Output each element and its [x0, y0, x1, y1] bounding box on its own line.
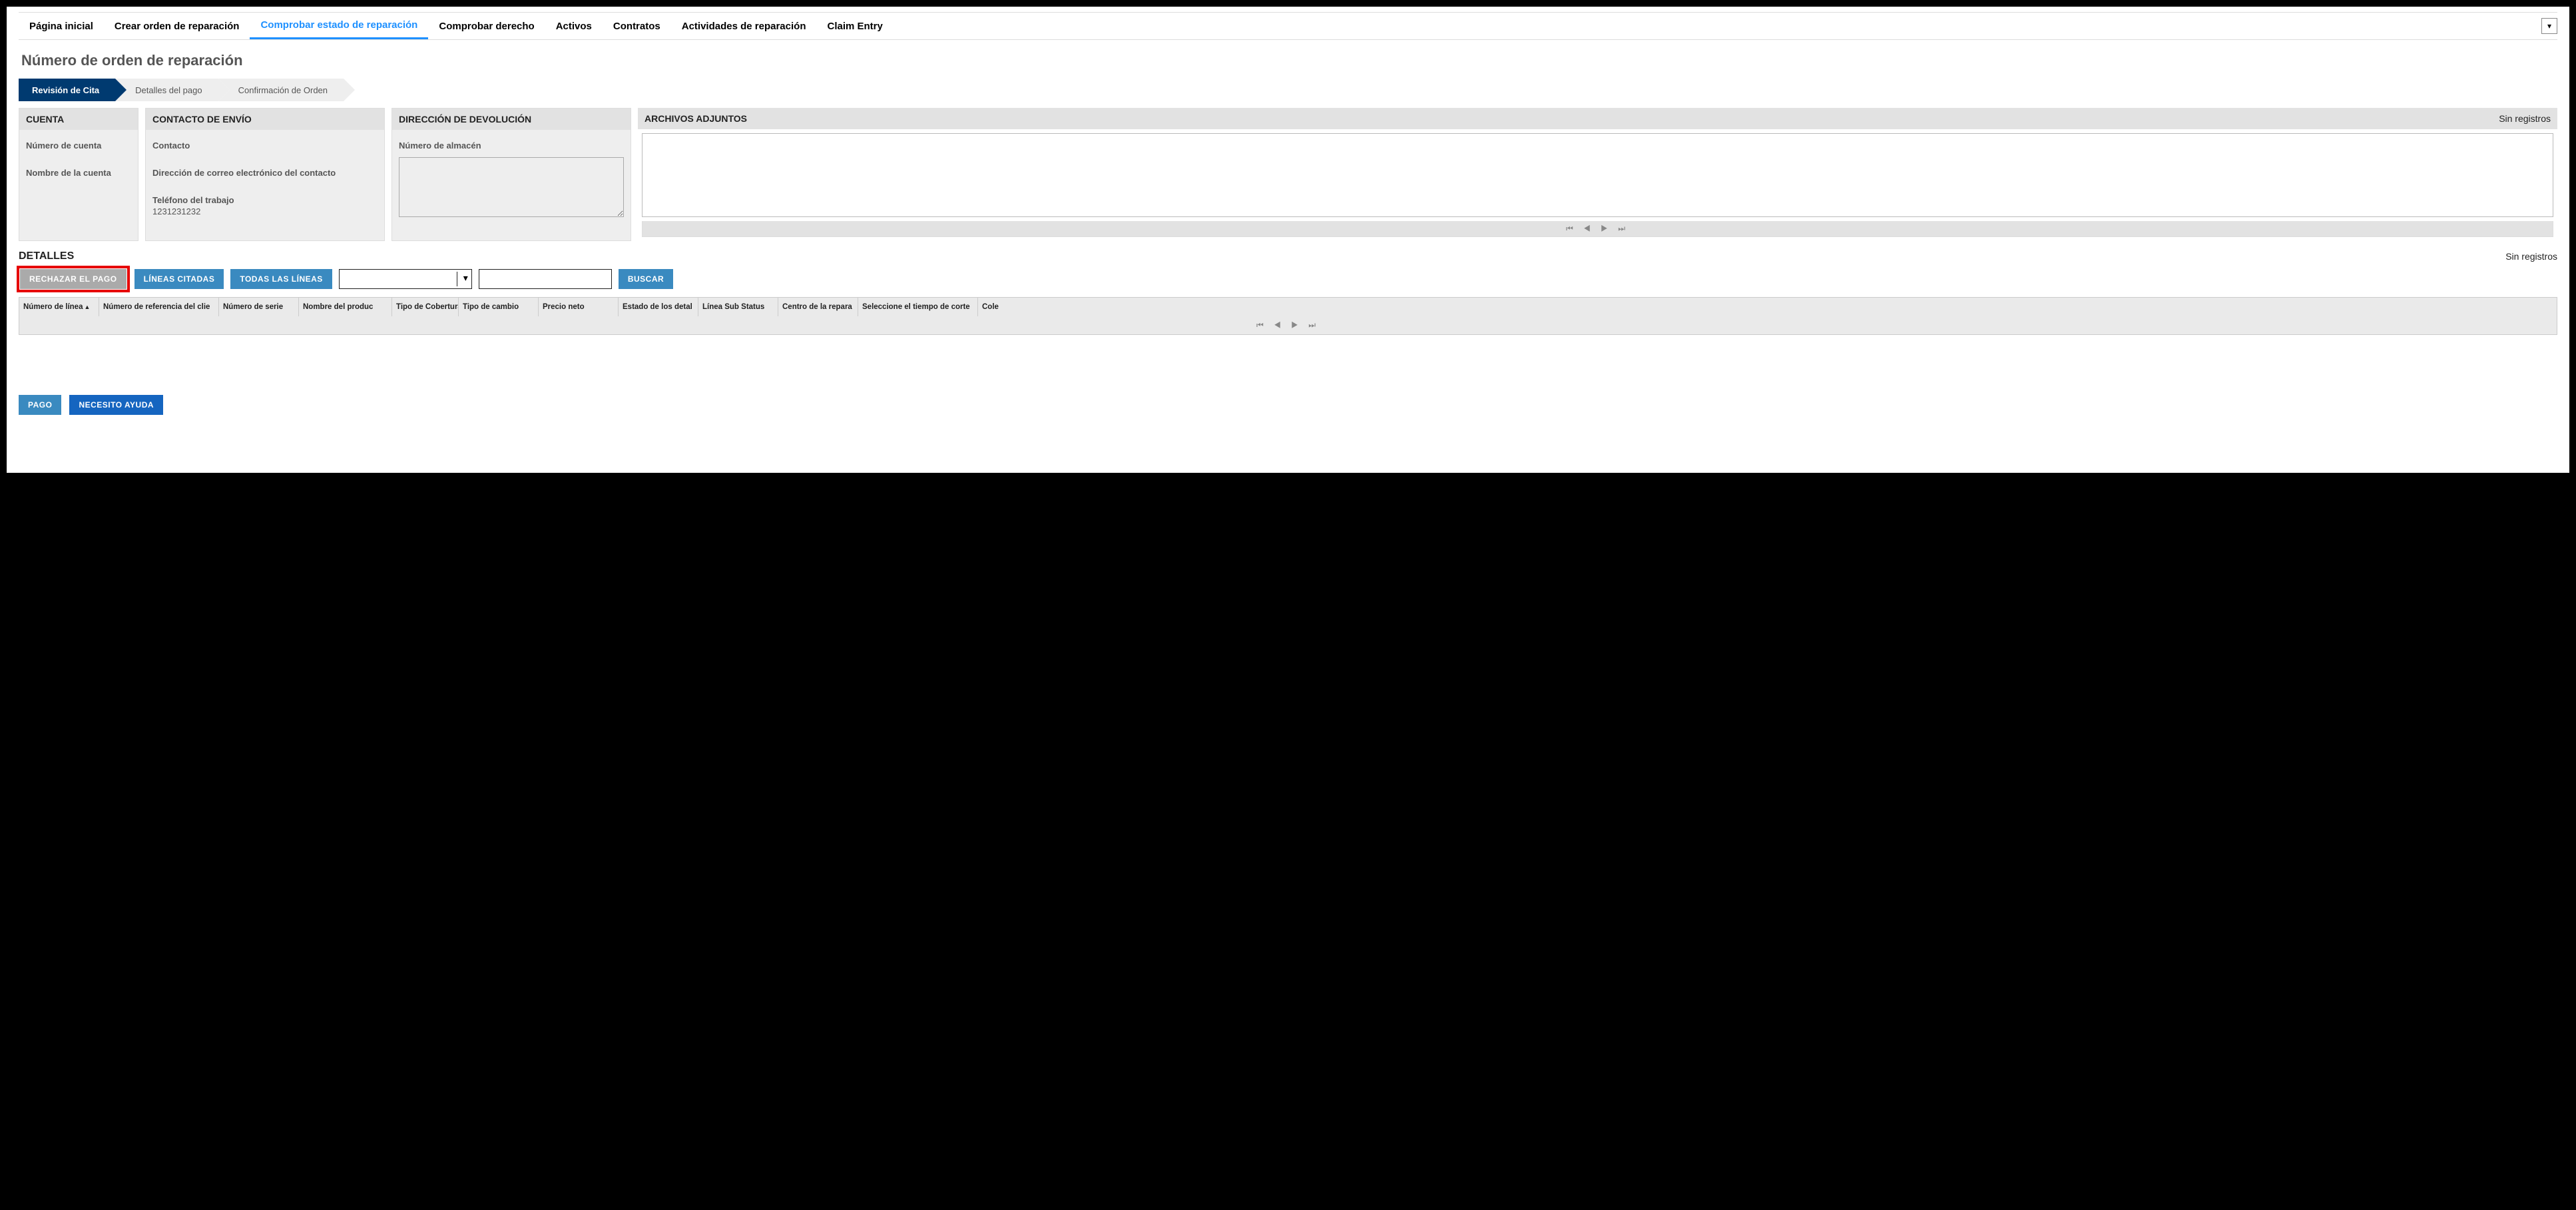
- card-account: CUENTA Número de cuenta Nombre de la cue…: [19, 108, 138, 241]
- contact-email-label: Dirección de correo electrónico del cont…: [152, 168, 378, 178]
- nav-create-order[interactable]: Crear orden de reparación: [104, 14, 250, 39]
- chevron-down-icon: ▾: [2547, 21, 2551, 31]
- nav-assets[interactable]: Activos: [545, 14, 603, 39]
- details-title: DETALLES: [19, 250, 74, 262]
- nav-home[interactable]: Página inicial: [19, 14, 104, 39]
- reject-payment-button[interactable]: RECHAZAR EL PAGO: [20, 269, 127, 289]
- step-order-confirmation[interactable]: Confirmación de Orden: [218, 79, 344, 101]
- nav-more-dropdown[interactable]: ▾: [2541, 18, 2557, 34]
- details-no-records: Sin registros: [2505, 251, 2557, 262]
- step-payment-details[interactable]: Detalles del pago: [115, 79, 218, 101]
- col-line-sub-status[interactable]: Línea Sub Status: [698, 298, 778, 316]
- col-detail-status[interactable]: Estado de los detal: [619, 298, 698, 316]
- contact-phone-value: 1231231232: [152, 206, 378, 216]
- table-pager[interactable]: ⏮ ◀ ▶ ⏭: [19, 316, 2557, 334]
- col-line-number-label: Número de línea: [23, 303, 83, 311]
- table-header-row: Número de línea▲ Número de referencia de…: [19, 298, 2557, 316]
- search-button[interactable]: BUSCAR: [619, 269, 673, 289]
- pay-button[interactable]: PAGO: [19, 395, 61, 415]
- sort-asc-icon: ▲: [84, 304, 90, 310]
- details-action-row: RECHAZAR EL PAGO LÍNEAS CITADAS TODAS LA…: [19, 268, 2557, 290]
- nav-contracts[interactable]: Contratos: [603, 14, 671, 39]
- cited-lines-button[interactable]: LÍNEAS CITADAS: [134, 269, 224, 289]
- account-number-label: Número de cuenta: [26, 141, 131, 151]
- card-attachments-header: ARCHIVOS ADJUNTOS Sin registros: [638, 108, 2557, 129]
- attachments-no-records: Sin registros: [2499, 113, 2551, 124]
- return-address-textarea[interactable]: [399, 157, 624, 217]
- col-serial-number[interactable]: Número de serie: [219, 298, 299, 316]
- col-cutoff-time[interactable]: Seleccione el tiempo de corte: [858, 298, 978, 316]
- nav-claim-entry[interactable]: Claim Entry: [817, 14, 894, 39]
- col-product-name[interactable]: Nombre del produc: [299, 298, 392, 316]
- all-lines-button[interactable]: TODAS LAS LÍNEAS: [230, 269, 332, 289]
- details-table: Número de línea▲ Número de referencia de…: [19, 297, 2557, 335]
- nav-check-repair-status[interactable]: Comprobar estado de reparación: [250, 13, 428, 39]
- attachments-pager[interactable]: ⏮ ◀ ▶ ⏭: [642, 221, 2553, 237]
- card-shipping-contact: CONTACTO DE ENVÍO Contacto Dirección de …: [145, 108, 385, 241]
- filter-field-select[interactable]: [339, 269, 472, 289]
- contact-phone-label: Teléfono del trabajo: [152, 195, 378, 205]
- info-cards-row: CUENTA Número de cuenta Nombre de la cue…: [19, 108, 2557, 241]
- col-net-price[interactable]: Precio neto: [539, 298, 619, 316]
- step-appointment-review[interactable]: Revisión de Cita: [19, 79, 115, 101]
- account-name-label: Nombre de la cuenta: [26, 168, 131, 178]
- need-help-button[interactable]: NECESITO AYUDA: [69, 395, 163, 415]
- nav-check-entitlement[interactable]: Comprobar derecho: [428, 14, 545, 39]
- attachments-list: [642, 133, 2553, 217]
- col-repair-center[interactable]: Centro de la repara: [778, 298, 858, 316]
- card-contact-header: CONTACTO DE ENVÍO: [146, 109, 384, 130]
- card-return-header: DIRECCIÓN DE DEVOLUCIÓN: [392, 109, 631, 130]
- col-line-number[interactable]: Número de línea▲: [19, 298, 99, 316]
- page-title: Número de orden de reparación: [21, 52, 2557, 69]
- footer-buttons: PAGO NECESITO AYUDA: [19, 395, 2557, 415]
- col-exchange-type[interactable]: Tipo de cambio: [459, 298, 539, 316]
- warehouse-number-label: Número de almacén: [399, 141, 624, 151]
- filter-select-wrap: [339, 269, 472, 289]
- top-nav: Página inicial Crear orden de reparación…: [19, 12, 2557, 40]
- col-cole[interactable]: Cole: [978, 298, 2557, 316]
- contact-label: Contacto: [152, 141, 378, 151]
- card-return-address: DIRECCIÓN DE DEVOLUCIÓN Número de almacé…: [391, 108, 631, 241]
- card-attachments: ARCHIVOS ADJUNTOS Sin registros ⏮ ◀ ▶ ⏭: [638, 108, 2557, 241]
- filter-value-input[interactable]: [479, 269, 612, 289]
- attachments-title: ARCHIVOS ADJUNTOS: [644, 113, 747, 124]
- col-client-ref[interactable]: Número de referencia del clie: [99, 298, 219, 316]
- stepper: Revisión de Cita Detalles del pago Confi…: [19, 79, 2557, 101]
- col-coverage-type[interactable]: Tipo de Cobertura: [392, 298, 459, 316]
- reject-payment-highlight: RECHAZAR EL PAGO: [19, 268, 128, 290]
- nav-repair-activities[interactable]: Actividades de reparación: [671, 14, 817, 39]
- card-account-header: CUENTA: [19, 109, 138, 130]
